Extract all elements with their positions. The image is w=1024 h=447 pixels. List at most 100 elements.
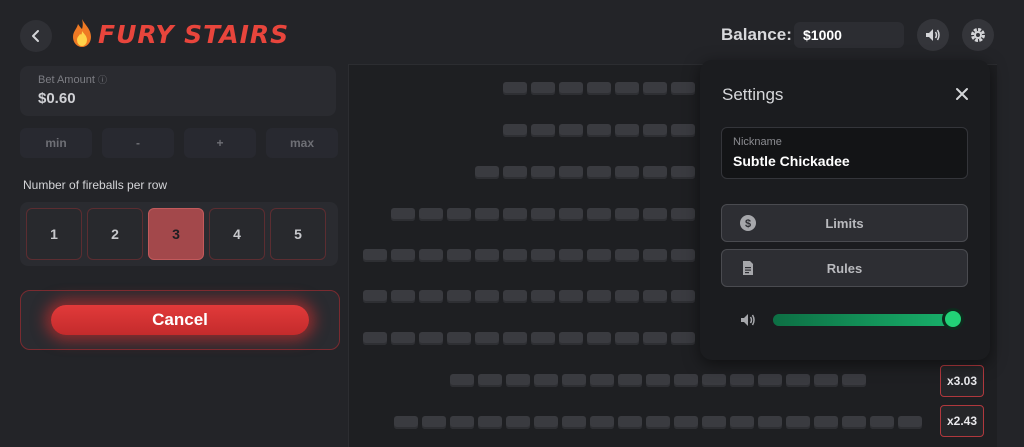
stair-tile	[559, 124, 583, 137]
stair-tile	[870, 416, 894, 429]
stair-tile	[671, 249, 695, 262]
stair-tile	[450, 416, 474, 429]
stair-row	[475, 166, 695, 179]
stair-tile	[503, 166, 527, 179]
stair-tile	[363, 249, 387, 262]
max-button[interactable]: max	[266, 128, 338, 158]
stair-tile	[534, 416, 558, 429]
volume-slider-knob[interactable]	[942, 308, 964, 330]
stair-row	[503, 124, 695, 137]
close-icon[interactable]	[952, 84, 972, 104]
stair-tile	[450, 374, 474, 387]
stair-tile	[531, 249, 555, 262]
stair-tile	[671, 82, 695, 95]
stair-tile	[643, 208, 667, 221]
stair-tile	[646, 374, 670, 387]
stair-tile	[643, 166, 667, 179]
stair-tile	[615, 124, 639, 137]
stair-tile	[615, 166, 639, 179]
stair-tile	[475, 166, 499, 179]
increase-button[interactable]: +	[184, 128, 256, 158]
rules-button[interactable]: Rules	[721, 249, 968, 287]
fireballs-option-2[interactable]: 2	[87, 208, 143, 260]
stair-tile	[503, 290, 527, 303]
stair-tile	[671, 166, 695, 179]
stair-tile	[394, 416, 418, 429]
stair-tile	[506, 416, 530, 429]
speaker-icon	[926, 29, 940, 41]
document-icon	[743, 261, 753, 275]
multiplier-badge: x3.03	[940, 365, 984, 397]
stair-row	[503, 82, 695, 95]
cancel-container: Cancel	[20, 290, 340, 350]
stair-tile	[587, 124, 611, 137]
bet-amount-value: $0.60	[38, 90, 76, 107]
stair-tile	[447, 332, 471, 345]
stair-tile	[674, 374, 698, 387]
balance-label: Balance:	[721, 25, 792, 44]
bet-amount-field[interactable]: Bet Amount ⓘ $0.60	[20, 66, 336, 116]
stair-tile	[363, 332, 387, 345]
stair-tile	[842, 416, 866, 429]
stair-tile	[646, 416, 670, 429]
stair-tile	[506, 374, 530, 387]
stair-tile	[587, 82, 611, 95]
rules-label: Rules	[826, 260, 863, 276]
stair-tile	[587, 166, 611, 179]
fireballs-option-3[interactable]: 3	[148, 208, 204, 260]
stair-tile	[419, 208, 443, 221]
stair-tile	[531, 166, 555, 179]
balance-value: $1000	[794, 22, 904, 48]
gear-icon	[971, 28, 985, 42]
sound-button[interactable]	[917, 19, 949, 51]
decrease-button[interactable]: -	[102, 128, 174, 158]
multiplier-badge: x2.43	[940, 405, 984, 437]
stair-tile	[814, 374, 838, 387]
fireballs-selector: 1 2 3 4 5	[20, 202, 338, 266]
stair-tile	[562, 374, 586, 387]
stair-tile	[590, 416, 614, 429]
stair-tile	[758, 416, 782, 429]
stair-tile	[447, 208, 471, 221]
stair-tile	[422, 416, 446, 429]
stair-tile	[559, 332, 583, 345]
stair-row	[391, 208, 695, 221]
stair-tile	[615, 82, 639, 95]
stair-tile	[643, 124, 667, 137]
cancel-button[interactable]: Cancel	[51, 305, 309, 335]
limits-button[interactable]: $ Limits	[721, 204, 968, 242]
stair-tile	[562, 416, 586, 429]
stair-tile	[898, 416, 922, 429]
stair-tile	[615, 290, 639, 303]
min-button[interactable]: min	[20, 128, 92, 158]
stair-tile	[531, 82, 555, 95]
bet-amount-label: Bet Amount	[38, 74, 95, 86]
stair-tile	[587, 208, 611, 221]
fireballs-label: Number of fireballs per row	[23, 178, 168, 192]
nickname-value: Subtle Chickadee	[733, 153, 850, 169]
nickname-field[interactable]: Nickname Subtle Chickadee	[721, 127, 968, 179]
stair-tile	[559, 208, 583, 221]
fireballs-option-5[interactable]: 5	[270, 208, 326, 260]
stair-tile	[531, 332, 555, 345]
stair-tile	[702, 374, 726, 387]
stair-tile	[587, 332, 611, 345]
back-button[interactable]	[20, 20, 52, 52]
stair-tile	[643, 332, 667, 345]
stair-tile	[618, 374, 642, 387]
stair-tile	[475, 332, 499, 345]
volume-slider[interactable]	[773, 308, 964, 330]
stair-tile	[730, 374, 754, 387]
settings-button[interactable]	[962, 19, 994, 51]
stair-tile	[391, 332, 415, 345]
stair-tile	[643, 290, 667, 303]
stair-tile	[503, 208, 527, 221]
stair-tile	[842, 374, 866, 387]
game-logo: FURY STAIRS	[70, 18, 289, 50]
fireballs-option-1[interactable]: 1	[26, 208, 82, 260]
fireballs-option-4[interactable]: 4	[209, 208, 265, 260]
stair-tile	[615, 249, 639, 262]
stair-tile	[587, 249, 611, 262]
stair-tile	[363, 290, 387, 303]
stair-tile	[559, 290, 583, 303]
